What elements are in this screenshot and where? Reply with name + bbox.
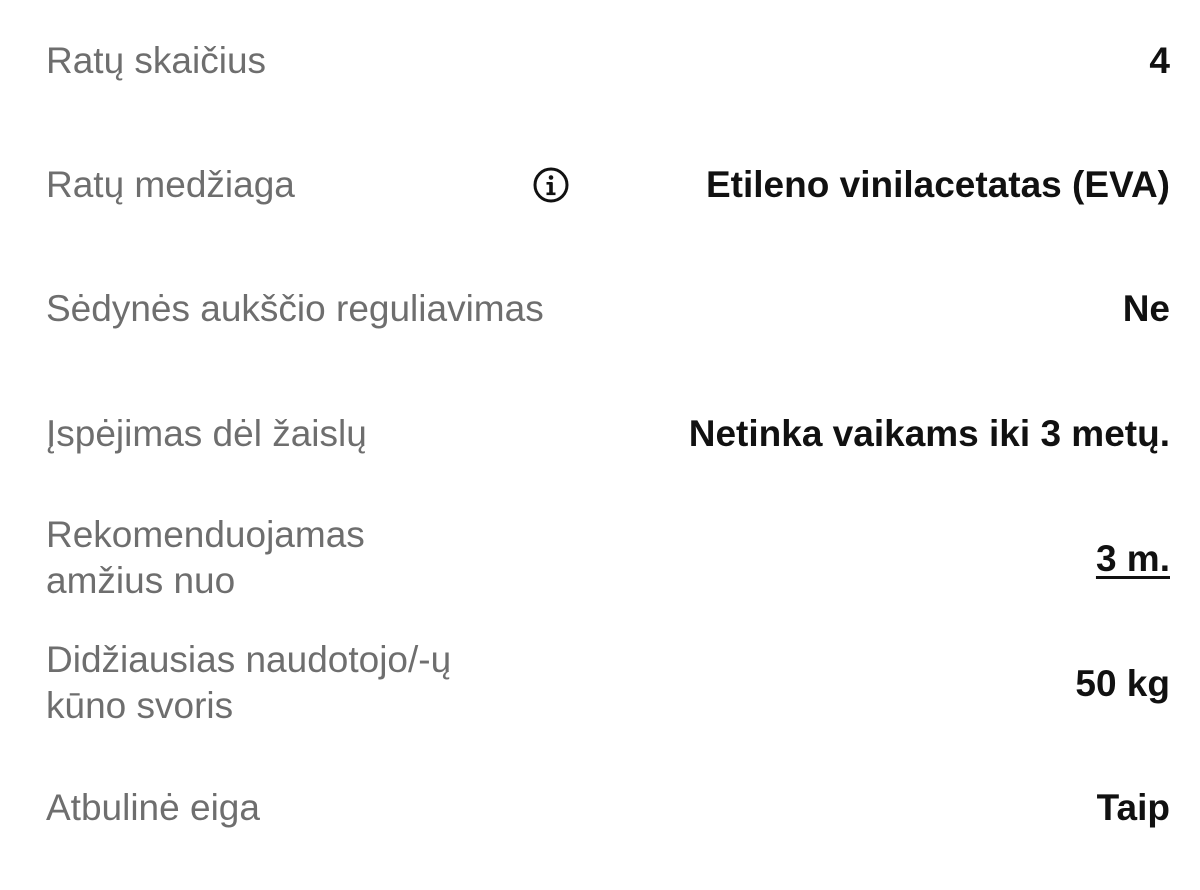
spec-value: Etileno vinilacetatas (EVA) — [706, 164, 1170, 205]
age-value-link[interactable]: 3 m. — [1096, 536, 1170, 582]
spec-label: Didžiausias naudotojo/-ų kūno svoris — [46, 639, 452, 726]
spec-label: Ratų medžiaga — [46, 164, 295, 205]
spec-label: Atbulinė eiga — [46, 787, 260, 828]
spec-value: Ne — [1122, 288, 1170, 329]
info-icon[interactable] — [532, 166, 570, 204]
spec-label: Ratų skaičius — [46, 40, 267, 81]
spec-value: Netinka vaikams iki 3 metų. — [688, 413, 1170, 454]
spec-value: 50 kg — [1075, 663, 1170, 704]
spec-label: Rekomenduojamas amžius nuo — [46, 514, 365, 601]
spec-value: 4 — [1149, 40, 1170, 81]
spec-label: Sėdynės aukščio reguliavimas — [46, 288, 544, 329]
spec-value: Taip — [1096, 787, 1170, 828]
spec-label: Įspėjimas dėl žaislų — [46, 413, 367, 454]
